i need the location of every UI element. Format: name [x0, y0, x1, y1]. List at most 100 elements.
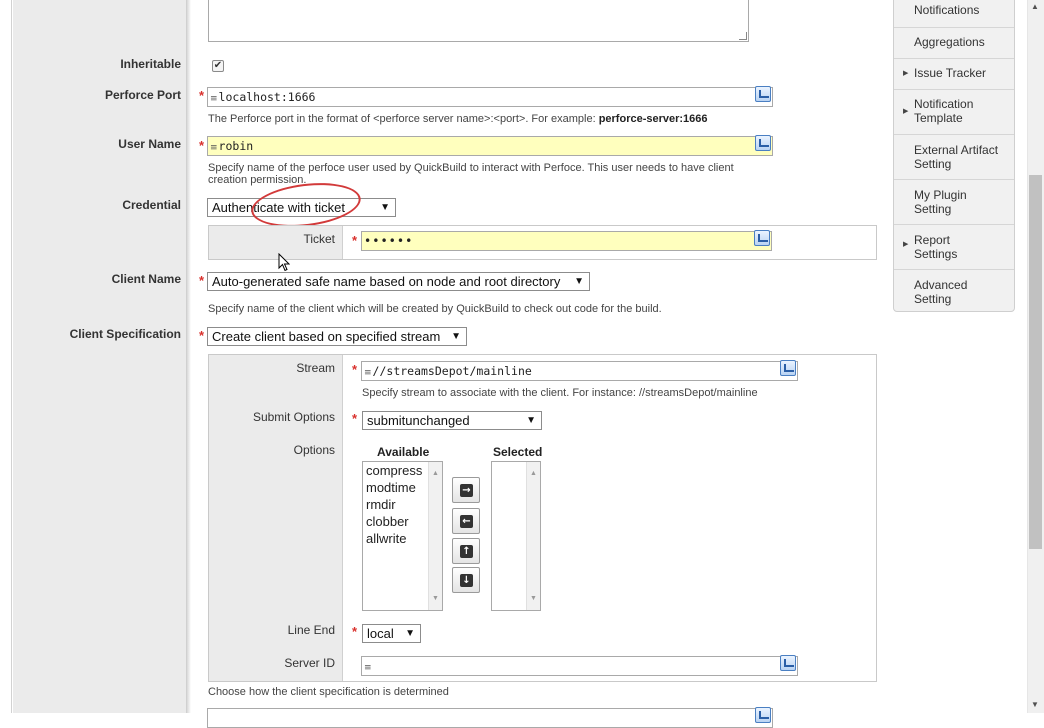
variable-insert-icon[interactable] — [780, 655, 796, 671]
credential-label: Credential — [122, 198, 181, 212]
selected-header: Selected — [493, 445, 543, 459]
next-field-input[interactable] — [207, 708, 773, 728]
variable-insert-icon[interactable] — [755, 135, 771, 151]
inheritable-checkbox[interactable]: ✔ — [212, 60, 224, 72]
variable-insert-icon[interactable] — [780, 360, 796, 376]
server-id-label: Server ID — [284, 656, 335, 670]
variable-insert-icon[interactable] — [754, 230, 770, 246]
ticket-input[interactable]: •••••• — [361, 231, 772, 251]
list-scrollbar[interactable]: ▲ ▼ — [526, 462, 540, 610]
sidebar-item-notification-template[interactable]: ▶ Notification Template — [894, 90, 1014, 135]
required-marker: * — [199, 273, 205, 288]
line-end-selected: local — [367, 626, 394, 641]
description-textarea[interactable] — [208, 0, 749, 42]
arrow-left-icon: ← — [460, 515, 473, 528]
chevron-right-icon: ▶ — [903, 241, 909, 248]
chevron-down-icon: ▼ — [574, 276, 584, 287]
lines-icon: ≡ — [210, 94, 218, 104]
submit-options-select[interactable]: submitunchanged ▼ — [362, 411, 542, 430]
client-name-label: Client Name — [111, 272, 181, 286]
scroll-up-icon[interactable]: ▲ — [530, 465, 537, 482]
scroll-up-icon[interactable]: ▲ — [1031, 2, 1039, 11]
lines-icon: ≡ — [210, 143, 218, 153]
arrow-right-icon: → — [460, 484, 473, 497]
submit-options-label: Submit Options — [252, 410, 335, 424]
line-end-select[interactable]: local ▼ — [362, 624, 421, 643]
scrollbar-thumb[interactable] — [1029, 175, 1042, 549]
sidebar-item-label: Issue Tracker — [914, 66, 987, 80]
available-header: Available — [377, 445, 430, 459]
chevron-down-icon: ▼ — [526, 415, 536, 426]
options-label: Options — [293, 443, 335, 457]
line-end-label: Line End — [287, 623, 335, 637]
scroll-down-icon[interactable]: ▼ — [432, 590, 439, 607]
scroll-down-icon[interactable]: ▼ — [530, 590, 537, 607]
client-name-selected: Auto-generated safe name based on node a… — [212, 274, 561, 289]
chevron-right-icon: ▶ — [903, 108, 909, 115]
user-name-input[interactable]: ≡robin — [207, 136, 773, 156]
perforce-port-help-example: perforce-server:1666 — [598, 113, 708, 125]
perforce-port-value: localhost:1666 — [218, 90, 316, 104]
settings-sidebar: Notifications Aggregations ▶ Issue Track… — [893, 0, 1015, 312]
scroll-down-icon[interactable]: ▼ — [1031, 700, 1039, 709]
user-name-help: Specify name of the perfoce user used by… — [208, 162, 734, 186]
stream-label: Stream — [296, 361, 335, 375]
sidebar-item-label: Aggregations — [914, 35, 985, 49]
client-name-help: Specify name of the client which will be… — [208, 303, 662, 315]
ticket-label: Ticket — [303, 232, 335, 246]
available-options-list[interactable]: compress modtime rmdir clobber allwrite … — [362, 461, 443, 611]
perforce-port-help-text: The Perforce port in the format of <perf… — [208, 113, 599, 125]
variable-insert-icon[interactable] — [755, 707, 771, 723]
chevron-down-icon: ▼ — [380, 202, 390, 213]
variable-insert-icon[interactable] — [755, 86, 771, 102]
perforce-port-label: Perforce Port — [104, 88, 181, 102]
move-up-button[interactable]: ↑ — [452, 538, 480, 564]
required-marker: * — [199, 138, 205, 153]
chevron-right-icon: ▶ — [903, 70, 909, 77]
sidebar-item-aggregations[interactable]: Aggregations — [894, 28, 1014, 59]
client-spec-selected: Create client based on specified stream — [212, 329, 441, 344]
move-left-button[interactable]: ← — [452, 508, 480, 534]
required-marker: * — [352, 624, 358, 639]
label-column — [13, 0, 187, 713]
list-scrollbar[interactable]: ▲ ▼ — [428, 462, 442, 610]
lines-icon: ≡ — [364, 368, 372, 378]
arrow-up-icon: ↑ — [460, 545, 473, 558]
chevron-down-icon: ▼ — [451, 331, 461, 342]
scroll-up-icon[interactable]: ▲ — [432, 465, 439, 482]
stream-input[interactable]: ≡//streamsDepot/mainline — [361, 361, 798, 381]
sidebar-item-external-artifact-setting[interactable]: External Artifact Setting — [894, 135, 1014, 180]
ticket-value: •••••• — [364, 234, 414, 248]
user-name-value: robin — [218, 139, 254, 153]
server-id-input[interactable]: ≡ — [361, 656, 798, 676]
lines-icon: ≡ — [364, 663, 372, 673]
perforce-port-input[interactable]: ≡localhost:1666 — [207, 87, 773, 107]
required-marker: * — [352, 411, 358, 426]
sidebar-item-label: Report Settings — [914, 233, 958, 261]
resize-grip-icon[interactable] — [739, 32, 747, 40]
required-marker: * — [199, 328, 205, 343]
sidebar-item-label: Advanced Setting — [914, 278, 968, 306]
perforce-port-help: The Perforce port in the format of <perf… — [208, 113, 768, 125]
arrow-down-icon: ↓ — [460, 574, 473, 587]
inheritable-label: Inheritable — [120, 57, 181, 71]
stream-value: //streamsDepot/mainline — [372, 364, 532, 378]
sidebar-item-my-plugin-setting[interactable]: My Plugin Setting — [894, 180, 1014, 225]
sidebar-item-label: External Artifact Setting — [914, 143, 999, 171]
move-down-button[interactable]: ↓ — [452, 567, 480, 593]
client-spec-label: Client Specification — [69, 327, 181, 341]
label-column-shadow — [187, 0, 191, 713]
sidebar-item-issue-tracker[interactable]: ▶ Issue Tracker — [894, 59, 1014, 90]
client-spec-select[interactable]: Create client based on specified stream … — [207, 327, 467, 346]
client-name-select[interactable]: Auto-generated safe name based on node a… — [207, 272, 590, 291]
selected-options-list[interactable]: ▲ ▼ — [491, 461, 541, 611]
stream-help: Specify stream to associate with the cli… — [362, 387, 758, 399]
sidebar-item-notifications[interactable]: Notifications — [894, 0, 1014, 28]
mouse-cursor-icon — [278, 253, 290, 272]
sidebar-item-label: Notifications — [914, 3, 980, 17]
sidebar-item-report-settings[interactable]: ▶ Report Settings — [894, 225, 1014, 270]
left-gutter — [0, 0, 12, 713]
sidebar-item-advanced-setting[interactable]: Advanced Setting — [894, 270, 1014, 312]
move-right-button[interactable]: → — [452, 477, 480, 503]
sidebar-item-label: Notification Template — [914, 97, 974, 125]
